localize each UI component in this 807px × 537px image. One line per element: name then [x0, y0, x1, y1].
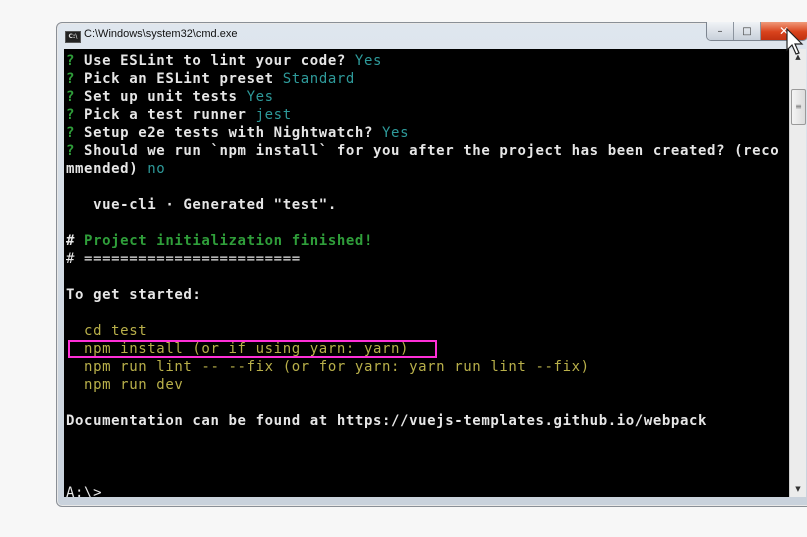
maximize-button[interactable]: □ — [734, 22, 761, 40]
prompt-line: ? Pick a test runner jest — [66, 106, 292, 124]
finished-text: Project initialization finished! — [75, 233, 373, 249]
highlight-box — [68, 340, 437, 358]
question-mark: ? — [66, 71, 76, 87]
scrollbar-thumb[interactable]: ≡ — [791, 89, 806, 125]
terminal-output[interactable]: ? Use ESLint to lint your code? Yes ? Pi… — [64, 49, 790, 497]
step-line: npm run dev — [66, 377, 184, 393]
separator-line: # ======================== — [66, 251, 301, 267]
question-text: Pick an ESLint preset — [75, 71, 283, 87]
generated-message: vue-cli · Generated "test". — [66, 197, 337, 213]
prompt-line: ? Use ESLint to lint your code? Yes — [66, 52, 382, 70]
command-prompt[interactable]: A:\> — [66, 484, 102, 497]
question-mark: ? — [66, 53, 76, 69]
question-mark: ? — [66, 125, 76, 141]
question-mark: ? — [66, 143, 76, 159]
question-text: Set up unit tests — [75, 89, 247, 105]
prompt-line: ? Pick an ESLint preset Standard — [66, 70, 355, 88]
question-mark: ? — [66, 89, 76, 105]
answer-text: Yes — [354, 53, 383, 69]
answer-text: no — [147, 161, 166, 177]
documentation-line: Documentation can be found at https://vu… — [66, 413, 708, 429]
window-title: C:\Windows\system32\cmd.exe — [84, 28, 238, 40]
mouse-pointer-icon — [786, 28, 804, 55]
prompt-line: ? Setup e2e tests with Nightwatch? Yes — [66, 124, 409, 142]
answer-text: Yes — [382, 125, 410, 141]
get-started-heading: To get started: — [66, 287, 202, 303]
cmd-icon: C:\ — [65, 31, 81, 43]
answer-text: jest — [255, 107, 292, 123]
step-line: cd test — [66, 323, 148, 339]
question-text: mmended) — [66, 161, 148, 177]
minimize-button[interactable]: – — [707, 22, 734, 40]
minimize-icon: – — [717, 25, 723, 37]
question-text: Should we run `npm install` for you afte… — [75, 143, 780, 159]
finished-message: # Project initialization finished! — [66, 232, 373, 250]
question-text: Pick a test runner — [75, 107, 256, 123]
step-line: npm run lint -- --fix (or for yarn: yarn… — [66, 359, 590, 375]
prompt-line: ? Should we run `npm install` for you af… — [66, 142, 779, 160]
cmd-window: C:\ C:\Windows\system32\cmd.exe – □ ✕ ? … — [56, 22, 807, 507]
maximize-icon: □ — [742, 25, 752, 37]
vertical-scrollbar[interactable]: ▲ ≡ ▼ — [789, 49, 806, 497]
title-bar[interactable]: C:\ C:\Windows\system32\cmd.exe – □ ✕ — [57, 22, 807, 47]
question-text: Setup e2e tests with Nightwatch? — [75, 125, 383, 141]
scroll-down-arrow-icon[interactable]: ▼ — [790, 481, 806, 497]
answer-text: Standard — [282, 71, 355, 87]
prompt-line: ? Set up unit tests Yes — [66, 88, 274, 106]
prompt-line: mmended) no — [66, 160, 165, 178]
question-mark: ? — [66, 107, 76, 123]
answer-text: Yes — [246, 89, 274, 105]
question-text: Use ESLint to lint your code? — [75, 53, 355, 69]
hash-mark: # — [66, 233, 76, 249]
